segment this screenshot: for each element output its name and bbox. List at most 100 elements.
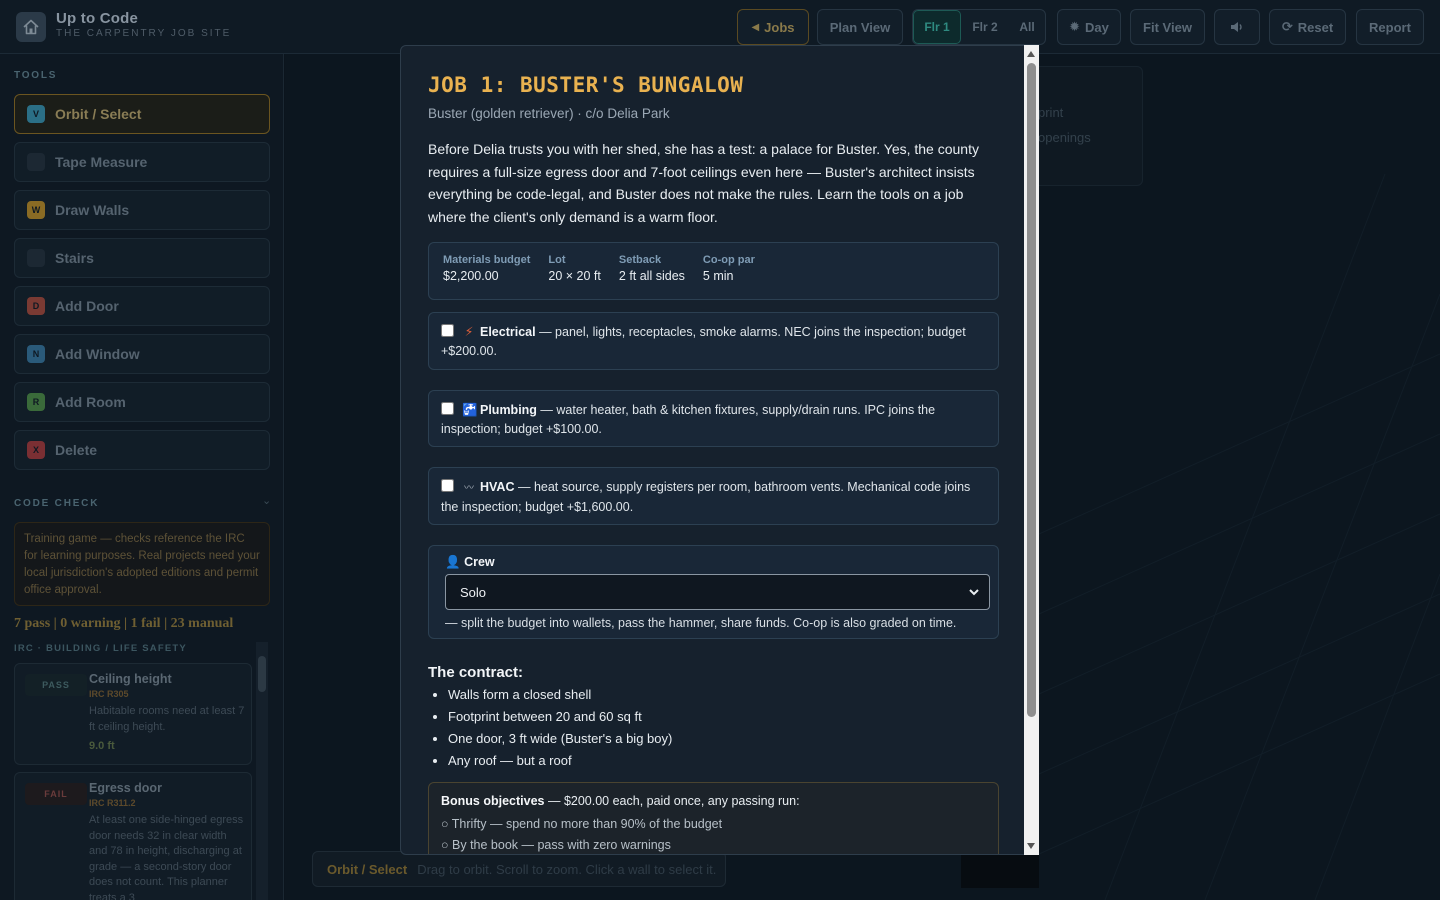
check-card-egress-door[interactable]: FAIL Egress door IRC R311.2 At least one… xyxy=(14,772,252,900)
contract-item: One door, 3 ft wide (Buster's a big boy) xyxy=(448,728,672,750)
lightning-icon: ⚡ xyxy=(464,325,474,339)
modal-scrollbar[interactable] xyxy=(1024,45,1039,855)
checks-scroll-thumb[interactable] xyxy=(258,656,266,692)
stat-setback: Setback 2 ft all sides xyxy=(618,254,685,283)
jobs-button[interactable]: ◀ Jobs xyxy=(737,9,809,45)
stat-coop-par: Co-op par 5 min xyxy=(702,254,755,283)
code-check-heading: CODE CHECK xyxy=(14,498,100,509)
shortcut-key: R xyxy=(27,393,45,411)
tool-add-door[interactable]: D Add Door xyxy=(14,286,270,326)
shortcut-key xyxy=(27,153,45,171)
tool-orbit-select[interactable]: V Orbit / Select xyxy=(14,94,270,134)
status-hint: Drag to orbit. Scroll to zoom. Click a w… xyxy=(417,861,717,877)
floor-all-tab[interactable]: All xyxy=(1009,10,1045,44)
tool-delete[interactable]: X Delete xyxy=(14,430,270,470)
check-title: Ceiling height xyxy=(89,672,172,686)
modal-scroll-thumb[interactable] xyxy=(1027,63,1036,717)
fit-view-button[interactable]: Fit View xyxy=(1130,9,1205,45)
bonus-objectives: Bonus objectives — $200.00 each, paid on… xyxy=(428,782,999,854)
contract-item: Footprint between 20 and 60 sq ft xyxy=(448,706,672,728)
tool-label: Orbit / Select xyxy=(55,106,142,122)
status-badge: PASS xyxy=(25,674,87,696)
contract-heading: The contract: xyxy=(428,664,524,681)
stat-budget: Materials budget $2,200.00 xyxy=(443,254,531,283)
floor-1-tab[interactable]: Flr 1 xyxy=(913,10,961,44)
chevron-down-icon xyxy=(969,589,979,596)
floor-2-tab[interactable]: Flr 2 xyxy=(961,10,1009,44)
floor-selector: Flr 1 Flr 2 All xyxy=(912,9,1046,45)
contract-item: Walls form a closed shell xyxy=(448,684,672,706)
electrical-checkbox[interactable] xyxy=(441,324,454,337)
client-line: Buster (golden retriever) · c/o Delia Pa… xyxy=(428,106,670,121)
app-subtitle: THE CARPENTRY JOB SITE xyxy=(56,28,232,39)
tool-label: Add Window xyxy=(55,346,140,362)
logo-icon xyxy=(16,12,46,42)
speaker-icon xyxy=(1231,22,1242,32)
reset-button[interactable]: ⟳ Reset xyxy=(1269,9,1346,45)
plumbing-checkbox[interactable] xyxy=(441,402,454,415)
arrow-left-icon: ◀ xyxy=(751,21,760,33)
shortcut-key: V xyxy=(27,105,45,123)
check-description: Habitable rooms need at least 7 ft ceili… xyxy=(89,705,245,733)
shortcut-key: W xyxy=(27,201,45,219)
tool-tape-measure[interactable]: Tape Measure xyxy=(14,142,270,182)
status-badge: FAIL xyxy=(25,783,87,805)
hvac-checkbox[interactable] xyxy=(441,479,454,492)
tool-draw-walls[interactable]: W Draw Walls xyxy=(14,190,270,230)
crew-label: 👤 Crew xyxy=(445,555,495,569)
job-title: JOB 1: BUSTER'S BUNGALOW xyxy=(428,73,744,97)
check-title: Egress door xyxy=(89,781,162,795)
tool-label: Tape Measure xyxy=(55,154,148,170)
tool-label: Delete xyxy=(55,442,98,458)
faucet-icon: 🚰 xyxy=(462,403,478,417)
refresh-icon: ⟳ xyxy=(1281,19,1293,34)
tool-stairs[interactable]: Stairs xyxy=(14,238,270,278)
training-notice: Training game — checks reference the IRC… xyxy=(14,522,270,606)
tool-label: Add Room xyxy=(55,394,126,410)
sound-button[interactable] xyxy=(1214,9,1260,45)
background-panel-line: print xyxy=(1038,105,1064,120)
code-check-summary: 7 pass | 0 warning | 1 fail | 23 manual xyxy=(14,616,234,631)
stat-lot: Lot 20 × 20 ft xyxy=(548,254,601,283)
option-electrical[interactable]: ⚡ Electrical — panel, lights, receptacles… xyxy=(428,312,999,370)
tool-add-window[interactable]: N Add Window xyxy=(14,334,270,374)
status-bar: Orbit / Select Drag to orbit. Scroll to … xyxy=(312,851,726,887)
plan-view-button[interactable]: Plan View xyxy=(817,9,903,45)
contract-list: Walls form a closed shell Footprint betw… xyxy=(448,684,672,772)
shortcut-key: X xyxy=(27,441,45,459)
status-mode: Orbit / Select xyxy=(327,861,408,877)
option-plumbing[interactable]: 🚰 Plumbing — water heater, bath & kitchen… xyxy=(428,390,999,447)
job-intro: Before Delia trusts you with her shed, s… xyxy=(428,141,979,225)
bonus-heading: Bonus objectives — $200.00 each, paid on… xyxy=(441,794,800,808)
crew-select[interactable]: Solo xyxy=(445,574,990,610)
crew-note: — split the budget into wallets, pass th… xyxy=(445,616,957,630)
check-description: At least one side-hinged egress door nee… xyxy=(89,814,244,900)
check-card-ceiling-height[interactable]: PASS Ceiling height IRC R305 Habitable r… xyxy=(14,663,252,765)
tool-label: Add Door xyxy=(55,298,119,314)
bonus-item: ○ Thrifty — spend no more than 90% of th… xyxy=(441,817,723,831)
job-stats: Materials budget $2,200.00 Lot 20 × 20 f… xyxy=(428,242,999,300)
app-title: Up to Code xyxy=(56,10,138,27)
check-code: IRC R311.2 xyxy=(89,798,136,808)
airflow-icon: 〰 xyxy=(464,483,474,494)
bonus-item: ○ By the book — pass with zero warnings xyxy=(441,838,671,852)
option-hvac[interactable]: 〰 HVAC — heat source, supply registers pe… xyxy=(428,467,999,525)
day-button[interactable]: ✹ Day xyxy=(1057,9,1121,45)
shortcut-key xyxy=(27,249,45,267)
scroll-up-arrow-icon[interactable] xyxy=(1027,51,1035,57)
job-brief-modal: JOB 1: BUSTER'S BUNGALOW Buster (golden … xyxy=(400,45,1039,855)
check-code: IRC R305 xyxy=(89,689,129,699)
person-icon: 👤 xyxy=(445,555,461,569)
corner-shadow xyxy=(961,855,1039,888)
code-group-heading: IRC · BUILDING / LIFE SAFETY xyxy=(14,643,187,654)
report-button[interactable]: Report xyxy=(1356,9,1424,45)
checks-scrollbar[interactable] xyxy=(256,642,268,900)
contract-item: Any roof — but a roof xyxy=(448,750,672,772)
background-panel-line: openings xyxy=(1038,130,1091,145)
tool-label: Stairs xyxy=(55,250,94,266)
crew-section: 👤 Crew Solo — split the budget into wall… xyxy=(428,545,999,639)
check-value: 9.0 ft xyxy=(89,740,115,752)
collapse-chevron-icon[interactable]: ⌄ xyxy=(262,494,271,507)
tool-add-room[interactable]: R Add Room xyxy=(14,382,270,422)
scroll-down-arrow-icon[interactable] xyxy=(1027,843,1035,849)
